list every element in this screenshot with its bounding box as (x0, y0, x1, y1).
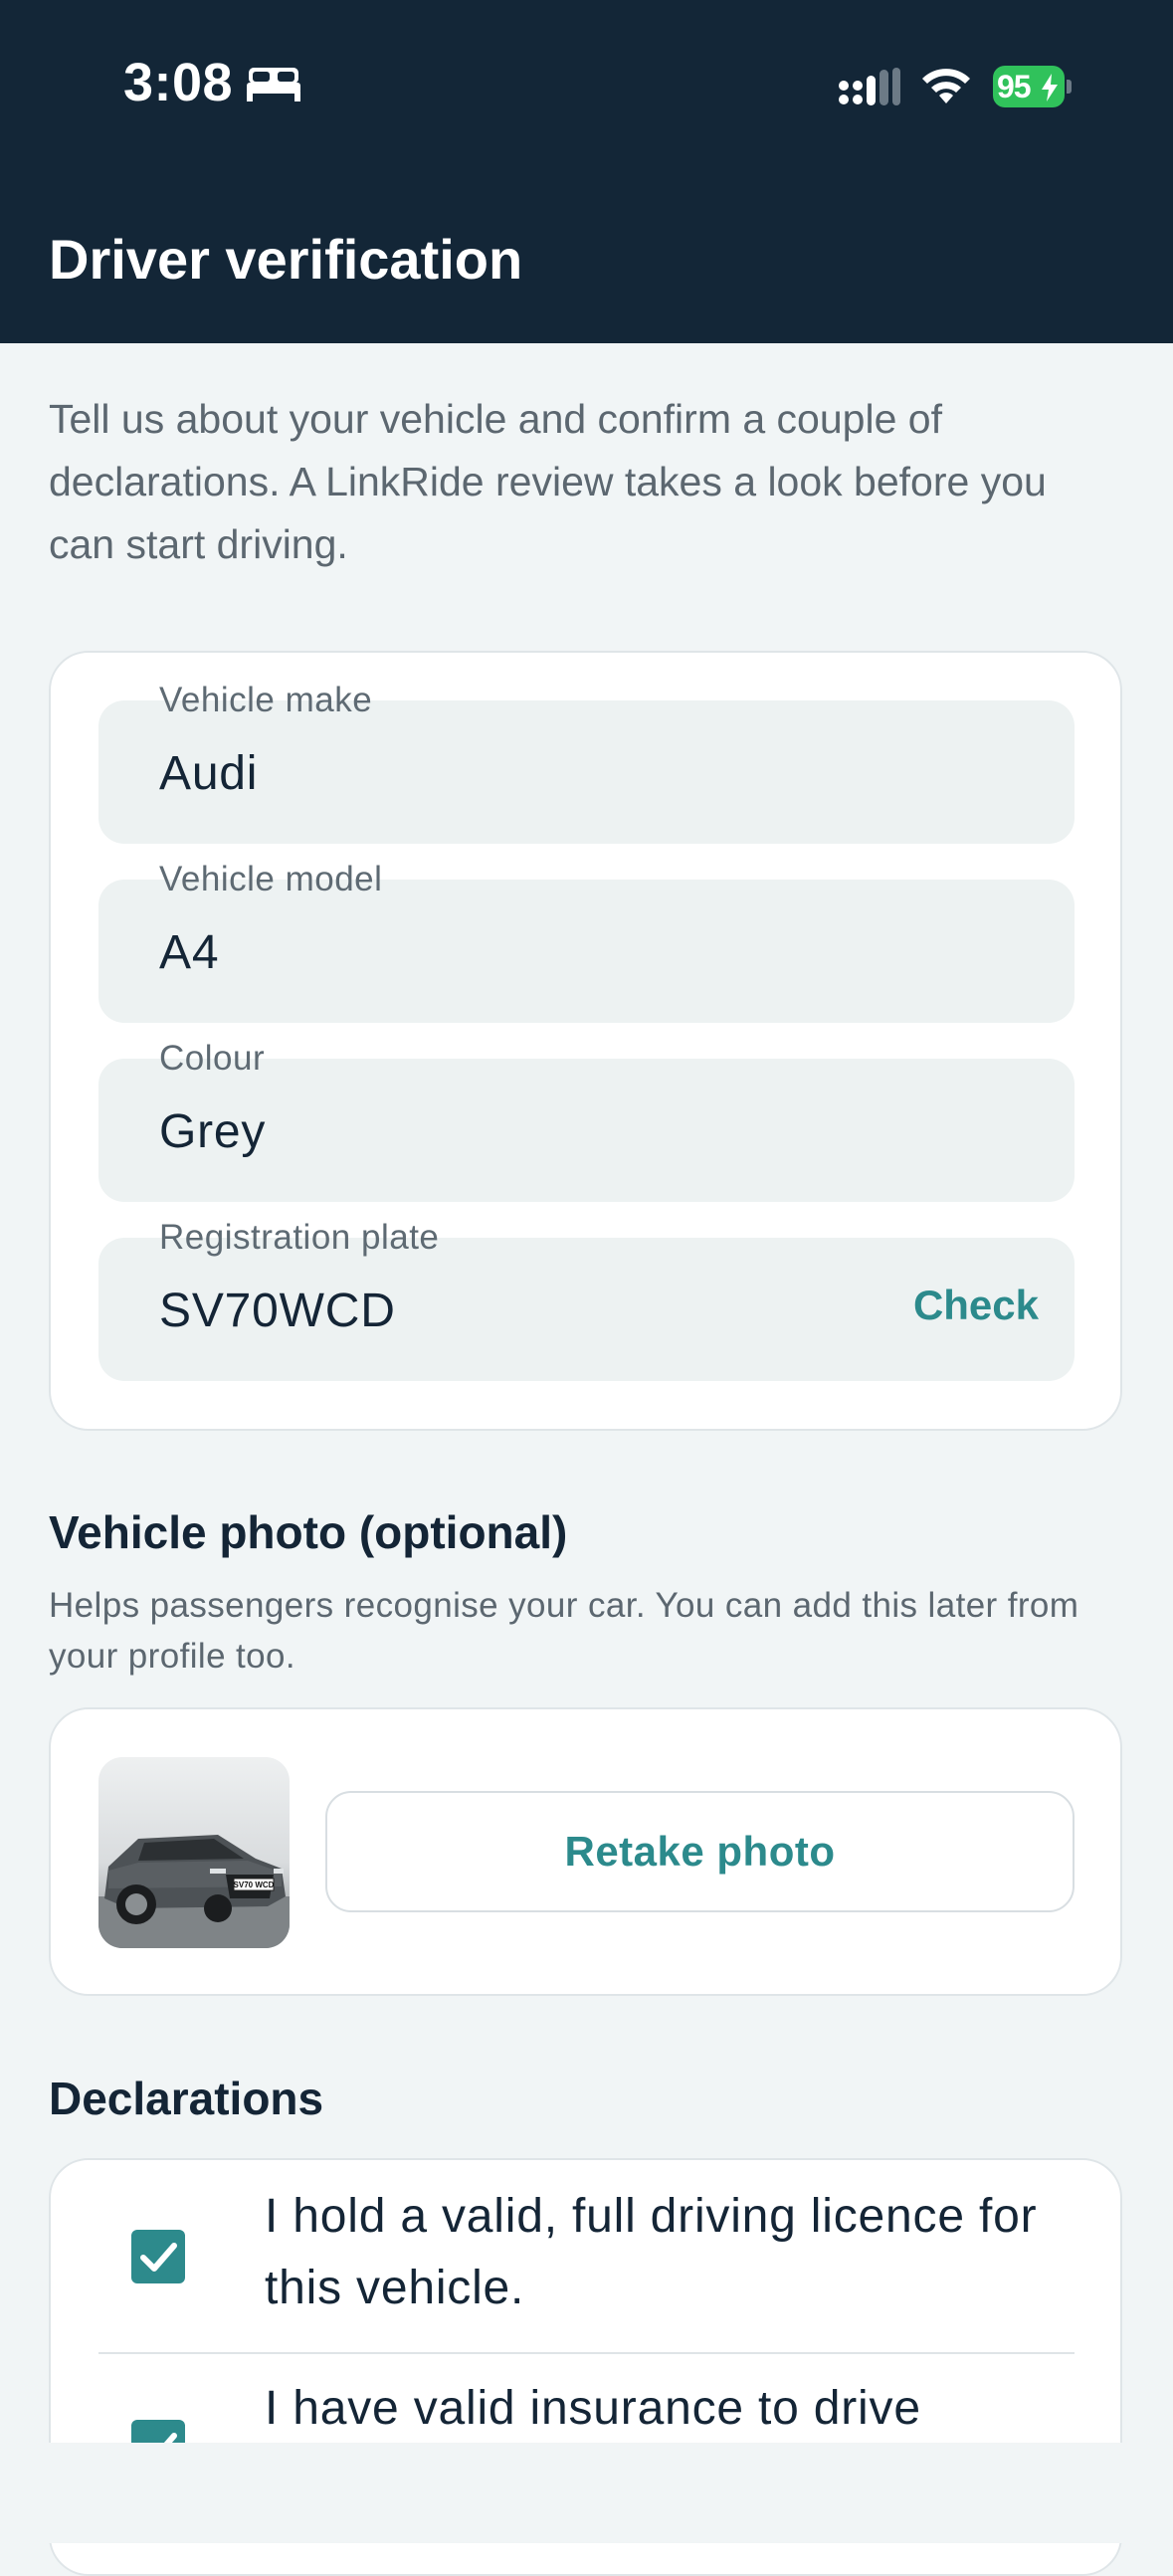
declaration-text: I hold a valid, full driving licence for… (265, 2190, 1038, 2314)
wifi-icon (922, 69, 970, 103)
battery-level: 95 (997, 69, 1032, 104)
checkmark-icon (140, 2243, 177, 2272)
declaration-divider (98, 2352, 1075, 2354)
vehicle-photo-thumbnail[interactable]: SV70 WCD (98, 1757, 290, 1948)
vehicle-photo-subtext: Helps passengers recognise your car. You… (49, 1586, 1079, 1676)
vehicle-make-label: Vehicle make (159, 681, 373, 719)
vehicle-model-field[interactable]: Vehicle model A4 (98, 860, 1075, 1023)
cellular-signal-icon (839, 68, 900, 105)
car-plate-text: SV70 WCD (234, 1881, 275, 1889)
page-title: Driver verification (49, 228, 523, 291)
app-header: 3:08 95 Driver verification (0, 0, 1173, 343)
colour-value: Grey (159, 1105, 267, 1158)
colour-field[interactable]: Colour Grey (98, 1039, 1075, 1202)
vehicle-make-value: Audi (159, 747, 259, 800)
check-plate-button[interactable]: Check (913, 1282, 1039, 1329)
licence-checkbox[interactable] (131, 2230, 185, 2283)
bed-icon (247, 68, 300, 101)
registration-plate-value: SV70WCD (159, 1285, 396, 1337)
status-time: 3:08 (123, 53, 234, 112)
vehicle-model-label: Vehicle model (159, 860, 383, 898)
car-photo-image: SV70 WCD (98, 1757, 290, 1948)
vehicle-photo-heading: Vehicle photo (optional) (49, 1506, 568, 1558)
declarations-heading: Declarations (49, 2073, 324, 2124)
registration-plate-field[interactable]: Registration plate SV70WCD Check (98, 1218, 1075, 1381)
charging-bolt-icon (1042, 74, 1058, 101)
battery-indicator: 95 (993, 66, 1072, 107)
intro-text: Tell us about your vehicle and confirm a… (49, 396, 1047, 567)
retake-photo-button[interactable]: Retake photo (325, 1791, 1075, 1912)
colour-label: Colour (159, 1039, 266, 1078)
battery-cap (1067, 80, 1072, 94)
bottom-area (0, 2443, 1173, 2543)
vehicle-make-field[interactable]: Vehicle make Audi (98, 681, 1075, 844)
vehicle-photo-card: SV70 WCD Retake photo (49, 1707, 1122, 1996)
registration-plate-label: Registration plate (159, 1218, 440, 1257)
vehicle-model-value: A4 (159, 926, 220, 979)
vehicle-details-card: Vehicle make Audi Vehicle model A4 Colou… (49, 651, 1122, 1431)
declaration-text: I have valid insurance to drive (265, 2382, 921, 2435)
